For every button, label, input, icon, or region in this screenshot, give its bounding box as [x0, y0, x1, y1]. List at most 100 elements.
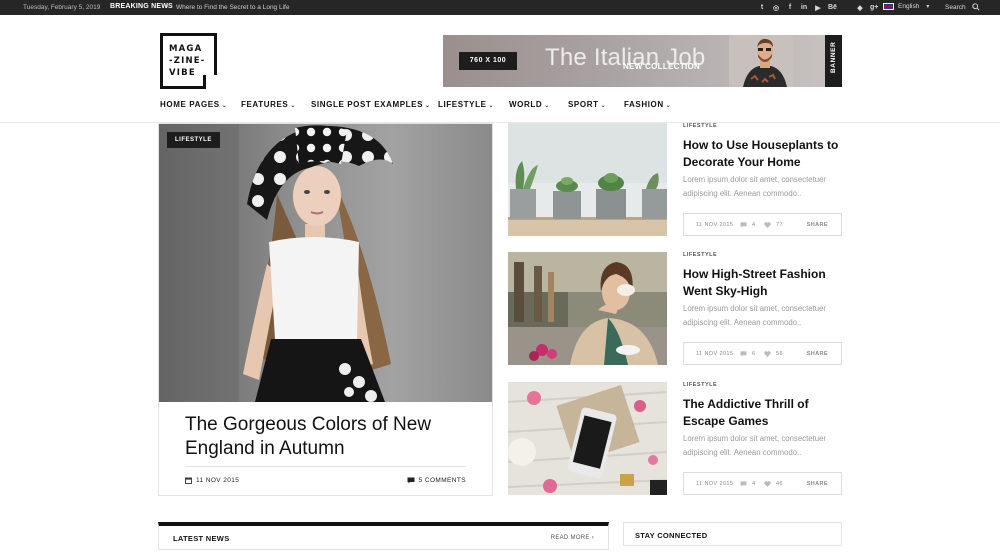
calendar-icon — [185, 477, 192, 484]
share-button[interactable]: SHARE — [807, 351, 828, 357]
banner-tag-label: BANNER — [830, 41, 837, 73]
instagram-icon[interactable]: ◎ — [772, 4, 780, 12]
share-button[interactable]: SHARE — [807, 222, 828, 228]
nav-item-label: LIFESTYLE — [438, 100, 487, 109]
article-category[interactable]: LIFESTYLE — [683, 123, 717, 129]
article-date: 11 NOV 2015 — [696, 351, 734, 357]
breaking-news-arrow-icon: › — [166, 3, 169, 10]
nav-item-label: FASHION — [624, 100, 664, 109]
article-likes[interactable]: 77 — [764, 222, 783, 228]
article-title[interactable]: The Addictive Thrill of Escape Games — [683, 396, 843, 430]
featured-divider — [185, 466, 466, 467]
featured-date-text: 11 NOV 2015 — [196, 477, 240, 484]
article-card[interactable]: LIFESTYLE How to Use Houseplants to Deco… — [508, 123, 842, 236]
article-comments-count: 6 — [752, 351, 756, 357]
language-selector[interactable]: English ▾ — [883, 3, 929, 10]
article-likes[interactable]: 56 — [764, 351, 783, 357]
behance-icon[interactable]: Bē — [828, 4, 837, 11]
read-more-link[interactable]: READ MORE › — [551, 535, 594, 541]
article-excerpt: Lorem ipsum dolor sit amet, consectetuer… — [683, 175, 827, 198]
uk-flag-icon — [883, 3, 894, 10]
chevron-down-icon: ⌄ — [425, 103, 431, 109]
heart-icon — [764, 481, 771, 487]
nav-item-label: SPORT — [568, 100, 599, 109]
banner-size-label: 760 X 100 — [459, 52, 517, 70]
android-icon[interactable]: ◆ — [856, 4, 864, 12]
chevron-down-icon: ⌄ — [488, 103, 495, 109]
article-comments-count: 4 — [752, 481, 756, 487]
search-icon[interactable] — [972, 3, 980, 11]
article-card[interactable]: LIFESTYLE The Addictive Thrill of Escape… — [508, 382, 842, 495]
comment-icon — [407, 477, 415, 484]
nav-divider — [0, 122, 1000, 123]
banner-tag: BANNER — [825, 35, 842, 87]
article-thumbnail-escape-games[interactable] — [508, 382, 667, 495]
nav-item-world[interactable]: WORLD ⌄ — [509, 100, 550, 109]
article-likes-count: 56 — [776, 351, 783, 357]
social-links: t ◎ f in ▶ Bē ◆ g+ — [758, 2, 879, 13]
chevron-down-icon: ▾ — [926, 4, 930, 10]
article-date: 11 NOV 2015 — [696, 222, 734, 228]
chevron-down-icon: ⌄ — [665, 103, 672, 109]
article-comments[interactable]: 6 — [740, 351, 755, 357]
article-meta: 11 NOV 2015 4 46 SHARE — [683, 472, 842, 495]
logo-line-1: MAGA — [169, 44, 203, 54]
article-thumbnail-fashion[interactable] — [508, 252, 667, 365]
nav-item-home-pages[interactable]: HOME PAGES ⌄ — [160, 100, 227, 109]
latest-news-section: LATEST NEWS READ MORE › — [158, 522, 609, 550]
featured-comments-text: 5 COMMENTS — [418, 477, 466, 484]
chevron-down-icon: ⌄ — [221, 103, 228, 109]
share-button[interactable]: SHARE — [807, 481, 828, 487]
current-date: Tuesday, February 5, 2019 — [23, 4, 101, 11]
logo-line-2: -ZINE- — [169, 56, 206, 66]
nav-item-label: WORLD — [509, 100, 543, 109]
comment-icon — [740, 481, 747, 487]
banner-model-image — [729, 35, 793, 87]
article-likes-count: 46 — [776, 481, 783, 487]
nav-item-label: HOME PAGES — [160, 100, 220, 109]
nav-item-fashion[interactable]: FASHION ⌄ — [624, 100, 671, 109]
article-title[interactable]: How High-Street Fashion Went Sky-High — [683, 266, 843, 300]
featured-article[interactable]: LIFESTYLE The Gorgeous Colors of New Eng… — [158, 123, 493, 496]
article-comments[interactable]: 4 — [740, 481, 755, 487]
featured-article-title[interactable]: The Gorgeous Colors of New England in Au… — [185, 413, 475, 461]
article-meta: 11 NOV 2015 6 56 SHARE — [683, 342, 842, 365]
featured-comments[interactable]: 5 COMMENTS — [407, 477, 466, 484]
youtube-icon[interactable]: ▶ — [814, 4, 822, 12]
google-plus-icon[interactable]: g+ — [870, 4, 878, 11]
breaking-news-headline[interactable]: Where to Find the Secret to a Long Life — [176, 4, 289, 11]
stay-connected-title: STAY CONNECTED — [635, 531, 708, 540]
article-title[interactable]: How to Use Houseplants to Decorate Your … — [683, 137, 843, 171]
nav-item-single-post-examples[interactable]: SINGLE POST EXAMPLES ⌄ — [311, 100, 431, 109]
article-thumbnail-houseplants[interactable] — [508, 123, 667, 236]
twitter-icon[interactable]: t — [758, 4, 766, 11]
breaking-news-label: BREAKING NEWS — [110, 3, 173, 10]
article-category[interactable]: LIFESTYLE — [683, 382, 717, 388]
article-category[interactable]: LIFESTYLE — [683, 252, 717, 258]
featured-date: 11 NOV 2015 — [185, 477, 239, 484]
article-likes[interactable]: 46 — [764, 481, 783, 487]
comment-icon — [740, 222, 747, 228]
nav-item-features[interactable]: FEATURES ⌄ — [241, 100, 296, 109]
linkedin-icon[interactable]: in — [800, 4, 808, 11]
comment-icon — [740, 351, 747, 357]
featured-article-image[interactable]: LIFESTYLE — [159, 124, 492, 402]
article-excerpt: Lorem ipsum dolor sit amet, consectetuer… — [683, 434, 827, 457]
ad-banner[interactable]: 760 X 100 The Italian Job NEW COLLECTION… — [443, 35, 842, 87]
heart-icon — [764, 351, 771, 357]
article-excerpt: Lorem ipsum dolor sit amet, consectetuer… — [683, 304, 827, 327]
latest-news-title: LATEST NEWS — [173, 534, 230, 543]
nav-item-sport[interactable]: SPORT ⌄ — [568, 100, 606, 109]
featured-category-badge[interactable]: LIFESTYLE — [167, 132, 220, 148]
nav-item-lifestyle[interactable]: LIFESTYLE ⌄ — [438, 100, 494, 109]
article-comments[interactable]: 4 — [740, 222, 755, 228]
article-card[interactable]: LIFESTYLE How High-Street Fashion Went S… — [508, 252, 842, 365]
site-logo[interactable]: MAGA -ZINE- VIBE — [160, 33, 217, 89]
heart-icon — [764, 222, 771, 228]
search-input[interactable]: Search — [945, 4, 966, 11]
facebook-icon[interactable]: f — [786, 4, 794, 11]
stay-connected-section: STAY CONNECTED — [623, 522, 842, 546]
article-likes-count: 77 — [776, 222, 783, 228]
chevron-down-icon: ⌄ — [600, 103, 607, 109]
article-date: 11 NOV 2015 — [696, 481, 734, 487]
